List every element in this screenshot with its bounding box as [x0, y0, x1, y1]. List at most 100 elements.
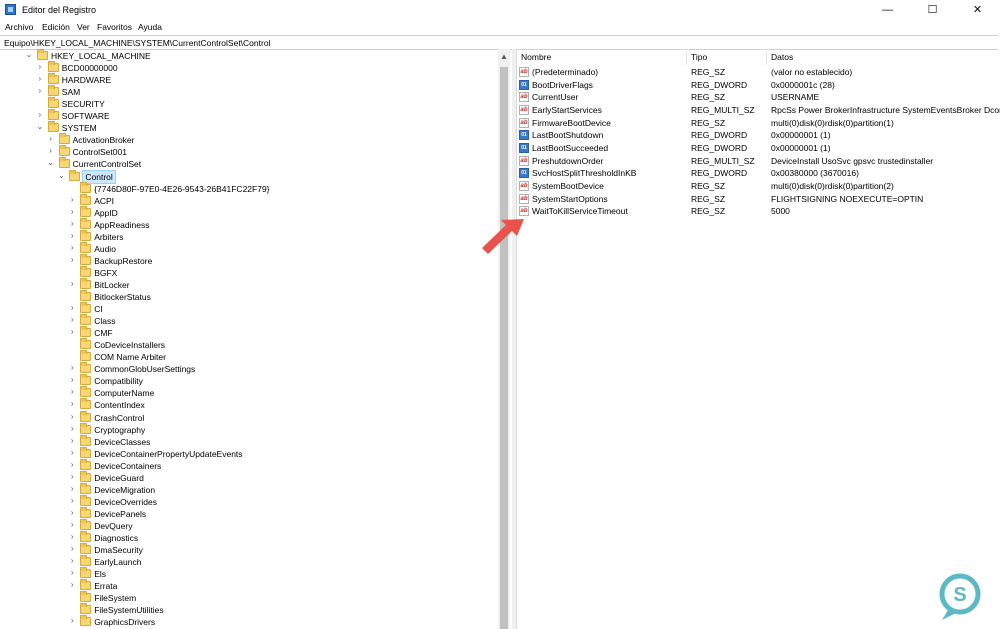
chevron-right-icon[interactable]: ›: [68, 399, 76, 408]
tree-item[interactable]: › SOFTWARE: [0, 109, 498, 122]
chevron-right-icon[interactable]: ›: [36, 74, 44, 83]
chevron-down-icon[interactable]: ⌄: [25, 50, 33, 59]
chevron-right-icon[interactable]: ›: [68, 544, 76, 553]
tree-item[interactable]: ⌄ Control: [0, 169, 498, 184]
tree-item[interactable]: FileSystem: [0, 591, 498, 604]
chevron-right-icon[interactable]: ›: [68, 520, 76, 529]
tree-item[interactable]: › AppReadiness: [0, 217, 498, 231]
chevron-right-icon[interactable]: ›: [68, 195, 76, 204]
tree-item[interactable]: ⌄ CurrentControlSet: [0, 157, 498, 170]
chevron-right-icon[interactable]: ›: [68, 243, 76, 252]
values-list[interactable]: Nombre Tipo Datos ab (Predeterminado) REG_…: [517, 49, 1000, 629]
address-path[interactable]: Equipo\HKEY_LOCAL_MACHINE\SYSTEM\Current…: [4, 38, 270, 48]
chevron-right-icon[interactable]: ›: [36, 62, 44, 71]
value-row[interactable]: 01 LastBootShutdown REG_DWORD 0x00000001 (1…: [517, 129, 1000, 142]
value-row[interactable]: 01 SvcHostSplitThresholdInKB REG_DWORD 0x00…: [517, 167, 1000, 180]
chevron-right-icon[interactable]: ›: [36, 110, 44, 119]
value-row[interactable]: ab FirmwareBootDevice REG_SZ multi(0)disk(0…: [517, 117, 1000, 130]
tree-item[interactable]: › DeviceClasses: [0, 434, 498, 448]
chevron-right-icon[interactable]: ›: [68, 315, 76, 324]
scroll-up-icon[interactable]: ▲: [500, 52, 508, 61]
close-button[interactable]: ✕: [955, 0, 1000, 20]
chevron-right-icon[interactable]: ›: [68, 568, 76, 577]
value-row[interactable]: ab EarlyStartServices REG_MULTI_SZ RpcSs Po…: [517, 104, 1000, 117]
chevron-right-icon[interactable]: ›: [68, 424, 76, 433]
value-row[interactable]: ab WaitToKillServiceTimeout REG_SZ 5000: [517, 205, 1000, 218]
chevron-right-icon[interactable]: ›: [68, 412, 76, 421]
chevron-right-icon[interactable]: ›: [68, 556, 76, 565]
tree-item[interactable]: › ContentIndex: [0, 398, 498, 411]
maximize-button[interactable]: ☐: [910, 0, 955, 20]
menu-archivo[interactable]: Archivo: [5, 22, 33, 32]
tree-item[interactable]: › Arbiters: [0, 229, 498, 243]
tree-item[interactable]: › Audio: [0, 241, 498, 255]
chevron-down-icon[interactable]: ⌄: [57, 171, 65, 180]
address-bar[interactable]: Equipo\HKEY_LOCAL_MACHINE\SYSTEM\Current…: [0, 35, 998, 50]
tree-item[interactable]: › ComputerName: [0, 386, 498, 399]
chevron-right-icon[interactable]: ›: [68, 448, 76, 457]
value-row[interactable]: 01 LastBootSucceeded REG_DWORD 0x00000001 (…: [517, 142, 1000, 155]
chevron-right-icon[interactable]: ›: [68, 219, 76, 228]
tree-item[interactable]: › Diagnostics: [0, 531, 498, 544]
value-row[interactable]: ab (Predeterminado) REG_SZ (valor no establ…: [517, 66, 1000, 79]
tree-item[interactable]: › DmaSecurity: [0, 543, 498, 556]
chevron-right-icon[interactable]: ›: [68, 387, 76, 396]
tree-item[interactable]: SECURITY: [0, 97, 498, 110]
tree-item[interactable]: › DeviceGuard: [0, 470, 498, 484]
chevron-right-icon[interactable]: ›: [68, 279, 76, 288]
tree-item[interactable]: › ControlSet001: [0, 145, 498, 158]
tree-item[interactable]: {7746D80F-97E0-4E26-9543-26B41FC22F79}: [0, 181, 498, 195]
chevron-right-icon[interactable]: ›: [47, 146, 55, 155]
chevron-right-icon[interactable]: ›: [68, 532, 76, 541]
tree-item[interactable]: › CrashControl: [0, 410, 498, 424]
column-header-data[interactable]: Datos: [767, 49, 1000, 65]
chevron-right-icon[interactable]: ›: [68, 496, 76, 505]
tree-item[interactable]: FileSystemUtilities: [0, 603, 498, 616]
tree-item[interactable]: › DeviceOverrides: [0, 494, 498, 508]
tree-item[interactable]: › AppID: [0, 205, 498, 219]
value-row[interactable]: ab PreshutdownOrder REG_MULTI_SZ DeviceInst…: [517, 155, 1000, 168]
tree-item[interactable]: ⌄ SYSTEM: [0, 121, 498, 134]
tree-item[interactable]: › Cryptography: [0, 422, 498, 436]
tree-item[interactable]: › EarlyLaunch: [0, 555, 498, 568]
chevron-right-icon[interactable]: ›: [68, 363, 76, 372]
menu-ayuda[interactable]: Ayuda: [138, 22, 162, 32]
chevron-right-icon[interactable]: ›: [68, 580, 76, 589]
tree-item[interactable]: › ActivationBroker: [0, 133, 498, 146]
tree-item[interactable]: › DeviceContainers: [0, 458, 498, 472]
chevron-right-icon[interactable]: ›: [68, 484, 76, 493]
tree-item[interactable]: › CMF: [0, 326, 498, 339]
tree-item[interactable]: › CI: [0, 302, 498, 315]
menu-favoritos[interactable]: Favoritos: [97, 22, 132, 32]
chevron-right-icon[interactable]: ›: [68, 231, 76, 240]
tree-item[interactable]: › BitLocker: [0, 277, 498, 291]
tree-item[interactable]: › Errata: [0, 579, 498, 592]
minimize-button[interactable]: —: [865, 0, 910, 20]
chevron-right-icon[interactable]: ›: [36, 86, 44, 95]
tree-item[interactable]: › ACPI: [0, 193, 498, 207]
chevron-down-icon[interactable]: ⌄: [47, 158, 55, 167]
tree-item[interactable]: › DeviceMigration: [0, 482, 498, 496]
chevron-right-icon[interactable]: ›: [47, 134, 55, 143]
tree-item[interactable]: CoDeviceInstallers: [0, 338, 498, 351]
chevron-right-icon[interactable]: ›: [68, 303, 76, 312]
tree-item[interactable]: › DevicePanels: [0, 506, 498, 520]
tree-scrollbar[interactable]: ▲: [498, 49, 510, 629]
tree-item[interactable]: › DevQuery: [0, 518, 498, 532]
menu-ver[interactable]: Ver: [77, 22, 90, 32]
chevron-right-icon[interactable]: ›: [68, 460, 76, 469]
tree-item[interactable]: › BackupRestore: [0, 253, 498, 267]
tree-item[interactable]: BGFX: [0, 265, 498, 279]
chevron-right-icon[interactable]: ›: [68, 436, 76, 445]
value-row[interactable]: ab SystemStartOptions REG_SZ FLIGHTSIGNING…: [517, 193, 1000, 206]
tree-item[interactable]: › SAM: [0, 85, 498, 98]
tree-item[interactable]: › Class: [0, 314, 498, 327]
chevron-right-icon[interactable]: ›: [68, 508, 76, 517]
column-header-name[interactable]: Nombre: [517, 49, 687, 65]
tree-item[interactable]: ⌄ HKEY_LOCAL_MACHINE: [0, 49, 498, 62]
menu-edicion[interactable]: Edición: [42, 22, 70, 32]
chevron-right-icon[interactable]: ›: [68, 616, 76, 625]
value-row[interactable]: 01 BootDriverFlags REG_DWORD 0x0000001c (28…: [517, 79, 1000, 92]
value-row[interactable]: ab SystemBootDevice REG_SZ multi(0)disk(0)r…: [517, 180, 1000, 193]
tree-item[interactable]: BitlockerStatus: [0, 290, 498, 303]
